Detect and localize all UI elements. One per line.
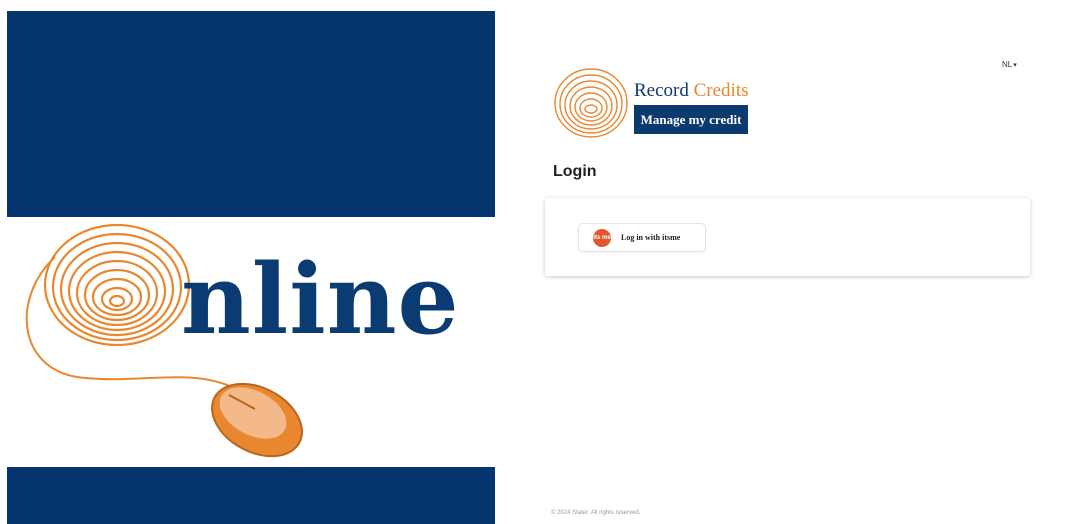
brand-credits-text: Credits (693, 80, 749, 101)
language-selected: NL (1002, 60, 1013, 69)
brand-tagline: Manage my credit (634, 105, 748, 134)
page-title: Login (553, 163, 597, 180)
hero-band-top (7, 11, 495, 217)
hero-panel: nline (7, 11, 495, 524)
itsme-login-button[interactable]: its me Log in with itsme (578, 223, 706, 252)
hero-online-word: nline (181, 243, 460, 356)
language-selector[interactable]: NL▾ (1002, 60, 1017, 69)
itsme-icon: its me (593, 228, 611, 247)
login-card: its me Log in with itsme (545, 198, 1030, 276)
brand-name: Record Credits (634, 81, 749, 100)
chevron-down-icon: ▾ (1013, 62, 1017, 69)
hero-band-bottom (7, 467, 495, 524)
computer-mouse-icon (211, 382, 303, 458)
brand-record-text: Record (634, 80, 689, 101)
footer-copyright: © 2024 Stater. All rights reserved. (551, 510, 641, 516)
fingerprint-icon (43, 223, 191, 347)
itsme-login-label: Log in with itsme (621, 233, 681, 242)
